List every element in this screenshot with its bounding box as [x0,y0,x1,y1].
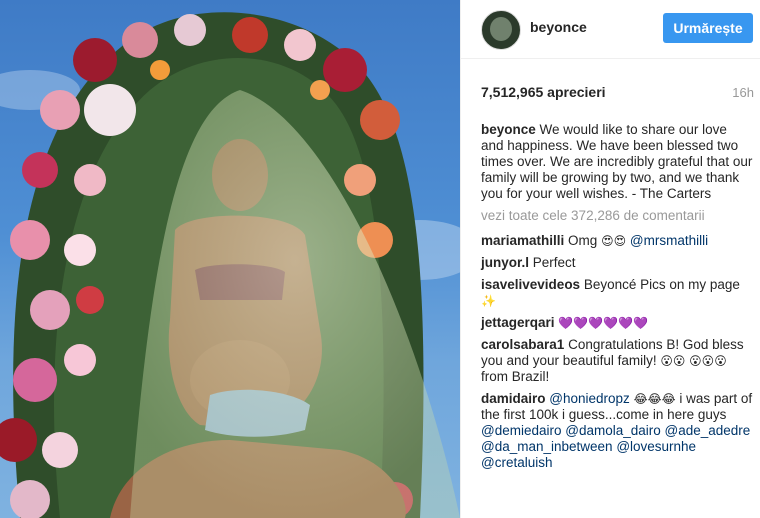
surprised-emoji-icon: 😮😮😮 [689,354,727,368]
list-item: isavelivevideos Beyoncé Pics on my page … [481,277,753,309]
comment-user[interactable]: junyor.l [481,255,529,270]
purple-hearts-icon: 💜💜💜💜💜💜 [558,316,648,330]
view-all-comments-link[interactable]: vezi toate cele 372,286 de comentarii [481,208,753,224]
post-photo[interactable] [0,0,460,518]
likes-count[interactable]: 7,512,965 aprecieri [481,84,606,100]
comment-mention[interactable]: @mrsmathilli [630,233,708,248]
comment-text: Omg [568,233,598,248]
comment-text: Perfect [532,255,576,270]
comment-user[interactable]: damidairo [481,391,546,406]
avatar[interactable] [481,10,521,50]
list-item: carolsabara1 Congratulations B! God bles… [481,337,753,385]
caption-user[interactable]: beyonce [481,122,536,137]
comment-mention[interactable]: @honiedropz [549,391,630,406]
comment-user[interactable]: jettagerqari [481,315,555,330]
comments-list: beyonce We would like to share our love … [481,122,753,477]
comment-user[interactable]: carolsabara1 [481,337,564,352]
emoji-icon: 😍😍 [601,234,627,248]
surprised-emoji-icon: 😮😮 [660,354,686,368]
instagram-post: beyonce Urmărește 7,512,965 aprecieri 16… [0,0,760,518]
list-item: mariamathilli Omg 😍😍 @mrsmathilli [481,233,753,249]
post-header: beyonce Urmărește [461,0,760,59]
comment-user[interactable]: mariamathilli [481,233,564,248]
caption: beyonce We would like to share our love … [481,122,753,202]
post-photo-illustration [0,12,460,518]
comment-user[interactable]: isavelivevideos [481,277,580,292]
comment-text: from Brazil! [481,369,550,384]
laughing-emoji-icon: 😂😂😂 [633,392,676,406]
comment-text: Beyoncé Pics on my page [583,277,740,292]
list-item: junyor.l Perfect [481,255,753,271]
post-side-panel: beyonce Urmărește 7,512,965 aprecieri 16… [460,0,760,518]
list-item: damidairo @honiedropz 😂😂😂 i was part of … [481,391,753,471]
follow-button[interactable]: Urmărește [663,13,753,43]
post-username[interactable]: beyonce [530,19,587,35]
list-item: jettagerqari 💜💜💜💜💜💜 [481,315,753,331]
sparkles-icon: ✨ [481,294,496,308]
post-time[interactable]: 16h [732,85,754,100]
